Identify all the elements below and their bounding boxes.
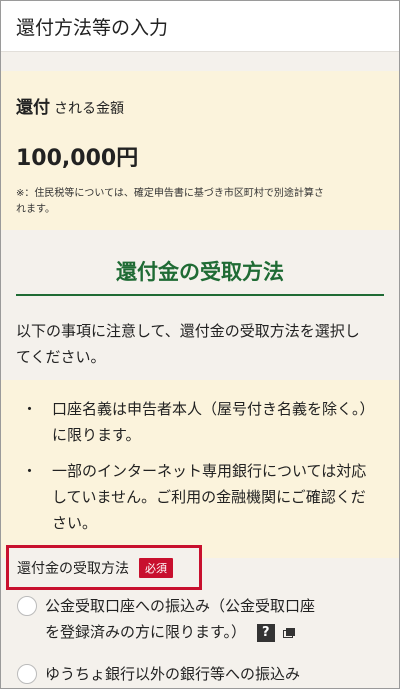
radio-other-bank[interactable]: [17, 664, 37, 684]
option-other-bank-label: ゆうちょ銀行以外の銀行等への振込み: [45, 665, 301, 683]
option-public-account-line2: を登録済みの方に限ります。）: [45, 623, 247, 641]
refund-method-label-box: 還付金の受取方法 必須: [6, 545, 202, 590]
required-badge: 必須: [139, 557, 173, 578]
screen-frame: 還付方法等の入力 還付 される金額 100,000円 ※：住民税等については、確定…: [0, 0, 400, 689]
section-description: 以下の事項に注意して、還付金の受取方法を選択し てください。: [16, 318, 384, 370]
refund-amount-panel: 還付 される金額 100,000円 ※：住民税等については、確定申告書に基づき市区…: [1, 71, 399, 230]
note-line: 一部のインターネット専用銀行については対応: [52, 462, 367, 480]
option-public-account-line1: 公金受取口座への振込み（公金受取口座: [45, 597, 316, 615]
note-line: 口座名義は申告者本人（屋号付き名義を除く。）: [52, 400, 375, 418]
option-other-bank[interactable]: ゆうちょ銀行以外の銀行等への振込み: [17, 661, 300, 687]
note-line: さい。: [52, 514, 98, 532]
radio-public-account[interactable]: [17, 596, 37, 616]
page-header: 還付方法等の入力: [1, 1, 399, 52]
refund-label: 還付 される金額: [16, 93, 384, 118]
option-public-account-line2-row: を登録済みの方に限ります。） ?: [45, 619, 315, 645]
question-icon[interactable]: ?: [256, 623, 275, 642]
desc-line2: てください。: [16, 348, 106, 366]
note-item: ・ 口座名義は申告者本人（屋号付き名義を除く。） に限ります。: [16, 396, 384, 448]
refund-label-rest: される金額: [54, 101, 124, 117]
refund-method-label: 還付金の受取方法: [17, 560, 129, 577]
refund-note-line2: れます。: [16, 204, 55, 215]
bullet: ・: [22, 400, 38, 418]
external-window-icon: [282, 628, 295, 638]
desc-line1: 以下の事項に注意して、還付金の受取方法を選択し: [16, 322, 360, 340]
refund-note: ※：住民税等については、確定申告書に基づき市区町村で別途計算さ れます。: [16, 186, 384, 218]
note-item: ・ 一部のインターネット専用銀行については対応 していません。ご利用の金融機関に…: [16, 458, 384, 536]
bullet: ・: [22, 462, 38, 480]
refund-note-line1: ※：住民税等については、確定申告書に基づき市区町村で別途計算さ: [16, 188, 324, 199]
notes-panel: ・ 口座名義は申告者本人（屋号付き名義を除く。） に限ります。 ・ 一部のインタ…: [1, 380, 399, 558]
note-line: していません。ご利用の金融機関にご確認くだ: [52, 488, 366, 506]
refund-amount: 100,000円: [16, 146, 139, 171]
page-title: 還付方法等の入力: [16, 16, 169, 39]
section-title: 還付金の受取方法: [16, 256, 384, 296]
option-public-account[interactable]: 公金受取口座への振込み（公金受取口座 を登録済みの方に限ります。） ?: [17, 593, 315, 645]
note-line: に限ります。: [52, 426, 141, 444]
refund-label-bold: 還付: [16, 98, 50, 118]
